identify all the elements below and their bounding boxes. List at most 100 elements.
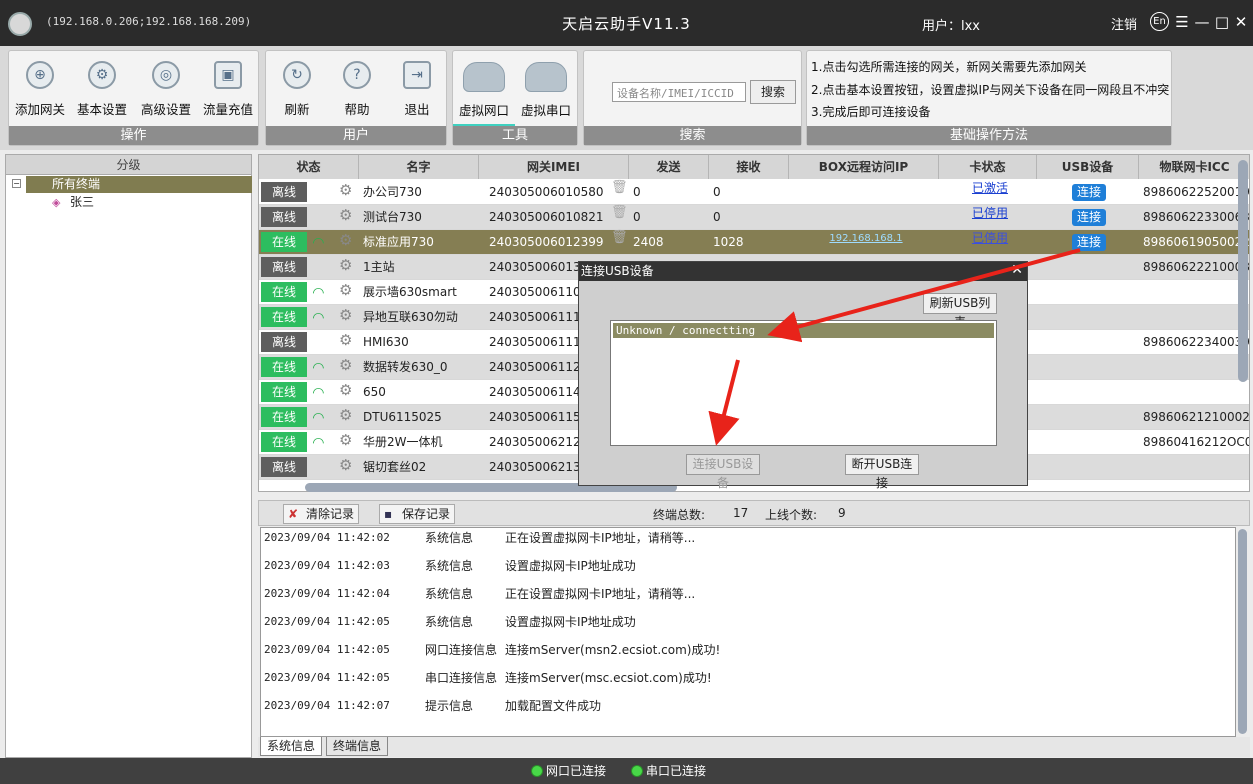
- gear-icon[interactable]: ⚙: [339, 231, 352, 249]
- signal-icon: ◠: [313, 435, 324, 451]
- usb-connect-button[interactable]: 连接: [1072, 209, 1106, 226]
- col-send[interactable]: 发送: [629, 155, 709, 179]
- usb-device-list: Unknown / connectting: [610, 320, 997, 446]
- col-card-status[interactable]: 卡状态: [939, 155, 1037, 179]
- trash-icon[interactable]: 🗑: [611, 180, 628, 195]
- usb-connect-button[interactable]: 连接: [1072, 184, 1106, 201]
- log-message: 连接mServer(msn2.ecsiot.com)成功!: [505, 643, 721, 657]
- group-search: 设备名称/IMEI/ICCID 搜索 搜索: [583, 50, 802, 146]
- col-recv[interactable]: 接收: [709, 155, 789, 179]
- add-gateway-button[interactable]: ⊕ 添加网关: [9, 57, 71, 123]
- trash-icon[interactable]: 🗑: [611, 230, 628, 245]
- trash-icon[interactable]: 🗑: [611, 205, 628, 220]
- virtual-nic-button[interactable]: 虚拟网口: [453, 57, 515, 127]
- vertical-scrollbar[interactable]: [1238, 160, 1248, 382]
- exit-icon: ⇥: [403, 61, 431, 89]
- table-row[interactable]: 离线 ⚙ 办公司730 240305006010580 🗑 0 0 已激活 连接 89860622…: [259, 180, 1250, 205]
- usb-connect-button[interactable]: 连接: [1072, 234, 1106, 251]
- gear-icon[interactable]: ⚙: [339, 381, 352, 399]
- cell-name: DTU6115025: [363, 410, 442, 424]
- gear-icon[interactable]: ⚙: [339, 456, 352, 474]
- disconnect-usb-button[interactable]: 断开USB连接: [845, 454, 919, 490]
- group-label: 基础操作方法: [807, 126, 1171, 145]
- menu-icon[interactable]: ☰: [1172, 12, 1192, 32]
- minimize-icon[interactable]: —: [1192, 12, 1212, 32]
- col-status[interactable]: 状态: [259, 155, 359, 179]
- tab-system-info[interactable]: 系统信息: [260, 737, 323, 756]
- log-message: 加载配置文件成功: [505, 699, 602, 713]
- col-usb[interactable]: USB设备: [1037, 155, 1139, 179]
- virtual-serial-button[interactable]: 虚拟串口: [515, 57, 577, 123]
- cell-name: 650: [363, 385, 386, 399]
- collapse-icon[interactable]: −: [12, 179, 21, 188]
- cell-box-ip[interactable]: [789, 180, 939, 205]
- save-icon: ▪: [384, 507, 393, 521]
- gear-icon[interactable]: ⚙: [339, 181, 352, 199]
- status-badge: 在线: [261, 382, 307, 402]
- log-scrollbar[interactable]: [1238, 529, 1247, 734]
- cell-card-status[interactable]: 已停用: [939, 205, 1037, 230]
- tip-2: 2.点击基本设置按钮，设置虚拟IP与网关下设备在同一网段且不冲突: [811, 83, 1170, 97]
- clear-log-button[interactable]: ✘ 清除记录: [283, 504, 360, 524]
- gear-icon[interactable]: ⚙: [339, 306, 352, 324]
- cell-iccid: [1139, 455, 1249, 480]
- refresh-usb-button[interactable]: 刷新USB列表: [923, 293, 997, 329]
- col-iccid[interactable]: 物联网卡ICC: [1139, 155, 1249, 179]
- user-label: 用户：lxx: [922, 19, 980, 34]
- refresh-button[interactable]: ↻ 刷新: [266, 57, 328, 123]
- cell-recv: 0: [713, 210, 721, 224]
- maximize-icon[interactable]: □: [1212, 12, 1232, 32]
- status-bar: 网口已连接 串口已连接: [0, 758, 1253, 784]
- exit-button[interactable]: ⇥ 退出: [386, 57, 448, 123]
- close-icon[interactable]: ✕: [1231, 12, 1251, 32]
- save-log-button[interactable]: ▪ 保存记录: [379, 504, 456, 524]
- tree-root-all[interactable]: 所有终端: [26, 176, 252, 193]
- search-input[interactable]: 设备名称/IMEI/ICCID: [612, 82, 746, 102]
- cell-send: 2408: [633, 235, 664, 249]
- language-button[interactable]: En: [1150, 12, 1169, 31]
- cell-iccid: 89860622520019: [1143, 185, 1250, 199]
- usb-dialog: 连接USB设备 ✕ 刷新USB列表 Unknown / connectting …: [578, 261, 1028, 490]
- col-box-ip[interactable]: BOX远程访问IP: [789, 155, 939, 179]
- cell-iccid: 89860621210002: [1143, 410, 1250, 424]
- log-type: 系统信息: [425, 559, 474, 573]
- col-name[interactable]: 名字: [359, 155, 479, 179]
- logout-button[interactable]: 注销: [1111, 14, 1137, 33]
- tip-1: 1.点击勾选所需连接的网关，新网关需要先添加网关: [811, 60, 1087, 74]
- data-recharge-button[interactable]: ▣ 流量充值: [197, 57, 259, 123]
- cell-box-ip[interactable]: 192.168.168.1: [789, 230, 939, 255]
- usb-device-item[interactable]: Unknown / connectting: [613, 323, 994, 338]
- table-row[interactable]: 离线 ⚙ 测试台730 240305006010821 🗑 0 0 已停用 连接 89860622…: [259, 205, 1249, 230]
- gear-icon[interactable]: ⚙: [339, 206, 352, 224]
- gear-icon[interactable]: ⚙: [339, 256, 352, 274]
- cell-recv: 0: [713, 185, 721, 199]
- tree-item-zhangsan[interactable]: 张三: [70, 194, 94, 210]
- col-imei[interactable]: 网关IMEI: [479, 155, 629, 179]
- cell-card-status[interactable]: 已激活: [939, 180, 1037, 205]
- gear-icon: ⚙: [88, 61, 116, 89]
- gear-icon[interactable]: ⚙: [339, 281, 352, 299]
- table-row[interactable]: 在线 ◠ ⚙ 标准应用730 240305006012399 🗑 2408 1028 192.1…: [259, 230, 1249, 255]
- log-type: 网口连接信息: [425, 643, 498, 657]
- gear-icon[interactable]: ⚙: [339, 356, 352, 374]
- advanced-settings-button[interactable]: ◎ 高级设置: [135, 57, 197, 123]
- basic-settings-button[interactable]: ⚙ 基本设置: [71, 57, 133, 123]
- connect-usb-button[interactable]: 连接USB设备: [686, 454, 760, 490]
- clear-icon: ✘: [288, 507, 299, 521]
- cell-name: 华册2W一体机: [363, 435, 443, 449]
- gear-icon[interactable]: ⚙: [339, 331, 352, 349]
- log-time: 2023/09/04 11:42:03: [264, 559, 390, 572]
- cell-name: 数据转发630_0: [363, 360, 448, 374]
- help-button[interactable]: ? 帮助: [326, 57, 388, 123]
- log-type: 串口连接信息: [425, 671, 498, 685]
- gear-icon[interactable]: ⚙: [339, 406, 352, 424]
- dialog-close-icon[interactable]: ✕: [1011, 262, 1023, 278]
- cell-card-status[interactable]: 已停用: [939, 230, 1037, 255]
- log-type: 系统信息: [425, 587, 474, 601]
- signal-icon: ◠: [313, 235, 324, 251]
- search-button[interactable]: 搜索: [750, 80, 796, 104]
- tab-terminal-info[interactable]: 终端信息: [326, 737, 389, 756]
- cell-box-ip[interactable]: [789, 205, 939, 230]
- online-label: 上线个数:: [765, 508, 818, 522]
- gear-icon[interactable]: ⚙: [339, 431, 352, 449]
